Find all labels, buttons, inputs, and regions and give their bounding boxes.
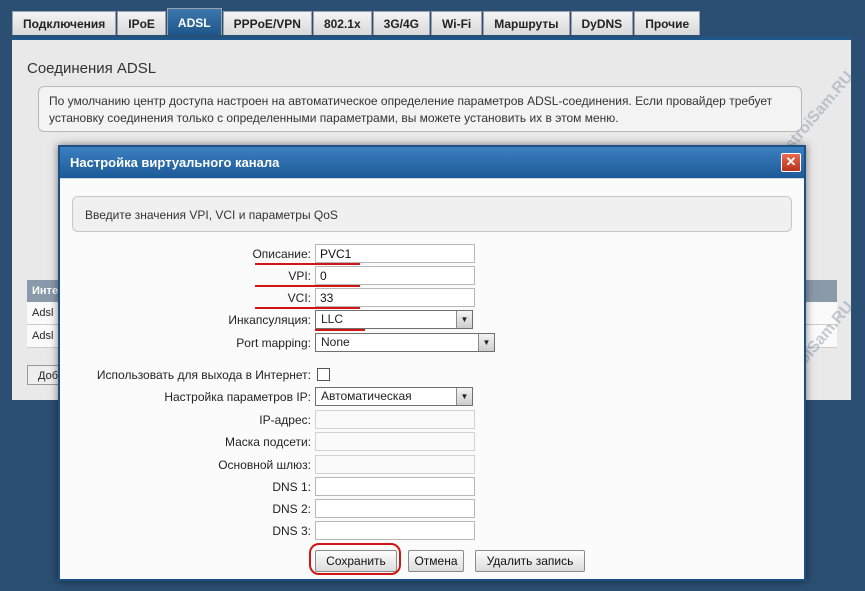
port-mapping-select[interactable]: None ▼ (315, 333, 495, 352)
vpi-label: VPI: (288, 269, 311, 283)
ip-settings-select[interactable]: Автоматическая ▼ (315, 387, 473, 406)
mask-label: Маска подсети: (224, 435, 311, 449)
dns1-row: DNS 1: (60, 477, 806, 497)
dns2-field[interactable] (315, 499, 475, 518)
dns3-field[interactable] (315, 521, 475, 540)
ip-label: IP-адрес: (259, 413, 311, 427)
chevron-down-icon[interactable]: ▼ (456, 311, 472, 328)
highlight-underline (255, 307, 360, 309)
tab-8021x[interactable]: 802.1x (312, 11, 372, 35)
internet-row: Использовать для выхода в Интернет: (60, 365, 806, 385)
dns1-label: DNS 1: (272, 480, 311, 494)
button-row: Сохранить Отмена Удалить запись (60, 550, 806, 572)
hint-box: Введите значения VPI, VCI и параметры Qo… (72, 196, 792, 232)
ip-row: IP-адрес: (60, 410, 806, 430)
tab-adsl[interactable]: ADSL (166, 8, 222, 35)
mask-field[interactable] (315, 432, 475, 451)
tab-dydns[interactable]: DyDNS (570, 11, 634, 35)
encapsulation-row: Инкапсуляция: LLC ▼ (60, 310, 806, 330)
page-title: Соединения ADSL (27, 60, 157, 77)
ip-settings-label: Настройка параметров IP: (164, 390, 311, 404)
highlight-underline (255, 285, 360, 287)
dialog-header: Настройка виртуального канала ✕ (60, 147, 804, 178)
description-row: Описание: (60, 244, 806, 264)
chevron-down-icon[interactable]: ▼ (478, 334, 494, 351)
vpi-field[interactable] (315, 266, 475, 285)
highlight-underline (315, 329, 365, 331)
dns2-label: DNS 2: (272, 502, 311, 516)
dns3-row: DNS 3: (60, 521, 806, 541)
info-box: По умолчанию центр доступа настроен на а… (38, 86, 802, 132)
ip-settings-value: Автоматическая (321, 389, 412, 403)
description-label: Описание: (252, 247, 311, 261)
internet-checkbox[interactable] (317, 368, 330, 381)
delete-record-button[interactable]: Удалить запись (475, 550, 585, 572)
close-icon[interactable]: ✕ (781, 153, 801, 172)
tab-pppoe-vpn[interactable]: PPPoE/VPN (222, 11, 312, 35)
tab-other[interactable]: Прочие (634, 11, 701, 35)
port-mapping-row: Port mapping: None ▼ (60, 333, 806, 353)
ip-field[interactable] (315, 410, 475, 429)
chevron-down-icon[interactable]: ▼ (456, 388, 472, 405)
tab-bar: Подключения IPoE ADSL PPPoE/VPN 802.1x 3… (12, 8, 701, 37)
highlight-underline (255, 263, 360, 265)
vci-row: VCI: (60, 288, 806, 308)
ip-settings-row: Настройка параметров IP: Автоматическая … (60, 387, 806, 407)
encapsulation-value: LLC (321, 312, 344, 326)
mask-row: Маска подсети: (60, 432, 806, 452)
internet-label: Использовать для выхода в Интернет: (96, 368, 311, 382)
encapsulation-label: Инкапсуляция: (228, 313, 311, 327)
gateway-row: Основной шлюз: (60, 455, 806, 475)
tab-ipoe[interactable]: IPoE (117, 11, 166, 35)
cancel-button[interactable]: Отмена (408, 550, 464, 572)
encapsulation-select[interactable]: LLC ▼ (315, 310, 473, 329)
gateway-label: Основной шлюз: (218, 458, 311, 472)
dialog-title: Настройка виртуального канала (70, 155, 280, 170)
port-mapping-label: Port mapping: (236, 336, 311, 350)
tab-routes[interactable]: Маршруты (483, 11, 570, 35)
dns3-label: DNS 3: (272, 524, 311, 538)
highlight-oval (309, 543, 401, 575)
vpi-row: VPI: (60, 266, 806, 286)
description-field[interactable] (315, 244, 475, 263)
vci-field[interactable] (315, 288, 475, 307)
tab-wifi[interactable]: Wi-Fi (431, 11, 483, 35)
tab-3g4g[interactable]: 3G/4G (372, 11, 431, 35)
dns1-field[interactable] (315, 477, 475, 496)
tab-connections[interactable]: Подключения (12, 11, 117, 35)
dialog-body: Введите значения VPI, VCI и параметры Qo… (60, 178, 804, 579)
dns2-row: DNS 2: (60, 499, 806, 519)
port-mapping-value: None (321, 335, 350, 349)
vci-label: VCI: (287, 291, 311, 305)
virtual-channel-dialog: Настройка виртуального канала ✕ Введите … (58, 145, 806, 581)
gateway-field[interactable] (315, 455, 475, 474)
